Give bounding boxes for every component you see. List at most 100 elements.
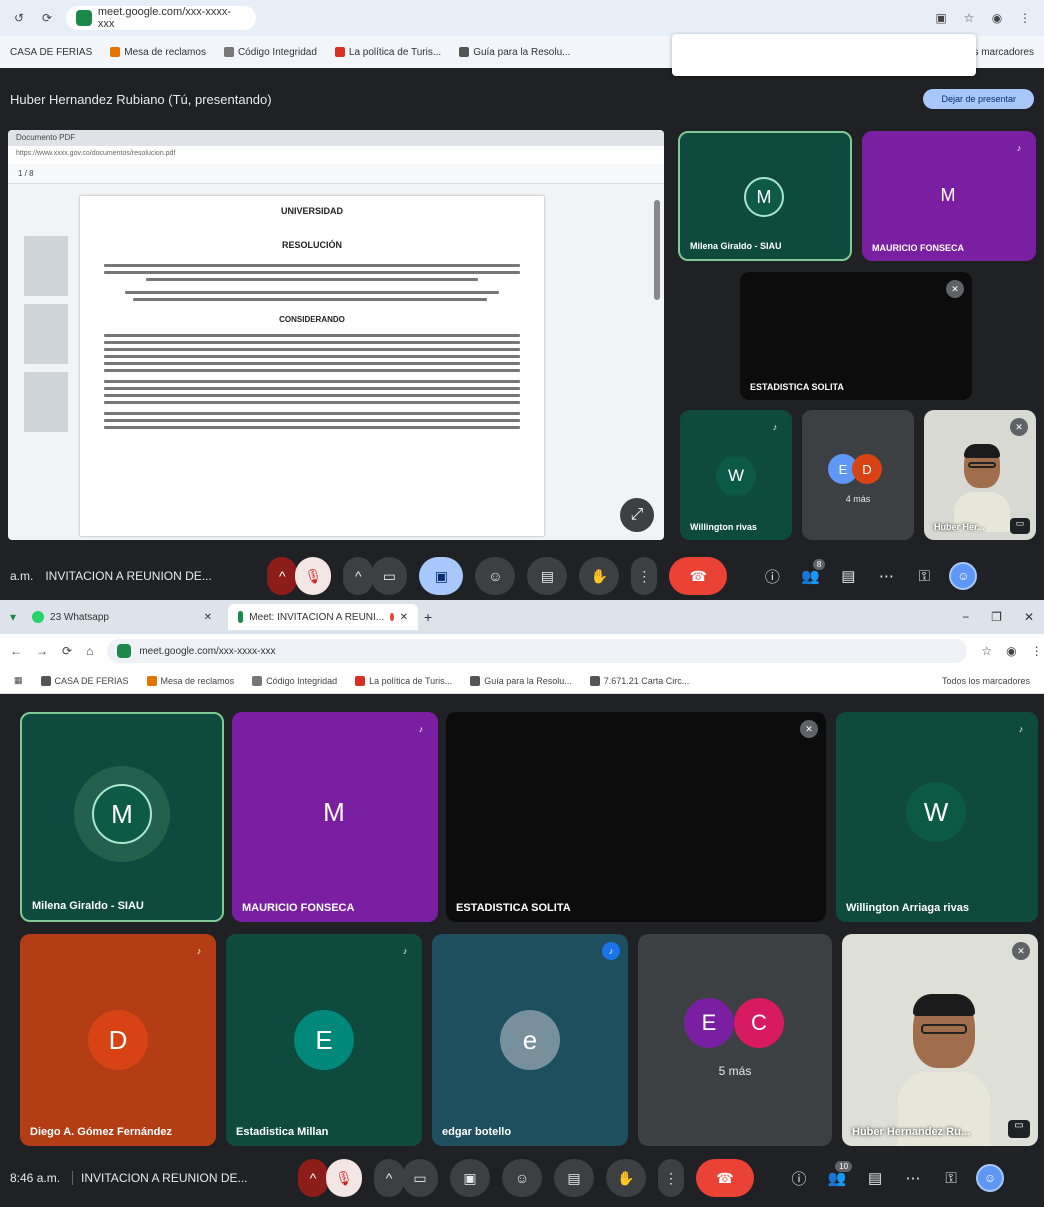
tile-edgar-botello[interactable]: ♪ e edgar botello: [432, 934, 628, 1146]
more-options-button[interactable]: ⋮: [658, 1159, 685, 1197]
leave-call-button[interactable]: ☎: [696, 1159, 755, 1197]
profile-icon[interactable]: ◉: [988, 9, 1006, 27]
raise-hand-button[interactable]: ✋: [606, 1159, 647, 1197]
captions-button[interactable]: ▤: [527, 557, 568, 595]
tile-others[interactable]: E D 4 más: [802, 410, 914, 540]
bookmark-item[interactable]: Guía para la Resolu...: [470, 675, 572, 686]
profile-icon[interactable]: ◉: [1006, 644, 1016, 658]
people-icon[interactable]: 👥 10: [824, 1161, 853, 1187]
bookmark-item[interactable]: CASA DE FERIAS: [40, 675, 129, 686]
tile-self[interactable]: ✕ Huber Her... ▭: [924, 410, 1036, 540]
menu-icon[interactable]: ⋮: [1031, 644, 1043, 658]
bookmark-item[interactable]: Mesa de reclamos: [146, 675, 234, 686]
mic-toggle-button[interactable]: 🎙: [326, 1159, 363, 1197]
tile-diego-gomez[interactable]: ♪ D Diego A. Gómez Fernández: [20, 934, 216, 1146]
bookmark-item[interactable]: Todos los marcadores: [942, 676, 1030, 686]
chat-icon[interactable]: ▤: [835, 567, 861, 585]
people-icon[interactable]: 👥 8: [797, 559, 826, 585]
tile-milena-giraldo[interactable]: M Milena Giraldo - SIAU: [20, 712, 224, 922]
minimize-icon[interactable]: −: [962, 610, 969, 624]
new-tab-icon[interactable]: +: [424, 609, 432, 625]
menu-icon[interactable]: ⋮: [1016, 9, 1034, 27]
doc-scrollbar[interactable]: [654, 200, 660, 300]
host-controls-icon[interactable]: ⚿: [938, 1170, 964, 1187]
raise-hand-button[interactable]: ✋: [579, 557, 620, 595]
address-bar[interactable]: meet.google.com/xxx-xxxx-xxx: [66, 6, 256, 30]
tile-willington-arriaga[interactable]: ♪ W Willington Arriaga rivas: [836, 712, 1038, 922]
mic-options-button[interactable]: ^: [298, 1159, 329, 1197]
doc-url[interactable]: https://www.xxxx.gov.co/documentos/resol…: [8, 146, 664, 164]
bookmark-item[interactable]: Mesa de reclamos: [110, 47, 206, 58]
tile-mauricio-fonseca[interactable]: ♪ M MAURICIO FONSECA: [862, 131, 1036, 261]
info-icon[interactable]: ⓘ: [759, 566, 785, 587]
bookmark-item[interactable]: 7.671.21 Carta Circ...: [589, 675, 689, 686]
captions-button[interactable]: ▤: [554, 1159, 595, 1197]
tile-estadistica-solita[interactable]: ✕ ESTADISTICA SOLITA: [446, 712, 826, 922]
tab-meet[interactable]: Meet: INVITACION A REUNI... ✕: [228, 604, 419, 630]
tab-search-icon[interactable]: ▾: [10, 610, 16, 624]
avatar: M: [323, 796, 345, 827]
bookmark-item[interactable]: Código Integridad: [252, 675, 337, 686]
activities-icon[interactable]: ⋯: [900, 1169, 926, 1187]
present-button[interactable]: ▣: [450, 1159, 491, 1197]
close-window-icon[interactable]: ✕: [1024, 610, 1034, 624]
emoji-button[interactable]: ☺: [502, 1159, 543, 1197]
tab-whatsapp[interactable]: 23 Whatsapp ✕: [22, 604, 222, 630]
reload-icon[interactable]: ⟳: [62, 644, 72, 658]
camera-options-button[interactable]: ^: [343, 557, 374, 595]
back-icon[interactable]: ↺: [10, 9, 28, 27]
expand-icon[interactable]: ⤢: [620, 498, 654, 532]
participant-name: Huber Hernandez Ru...: [852, 1126, 970, 1138]
participant-name: Diego A. Gómez Fernández: [30, 1126, 173, 1138]
star-icon[interactable]: ☆: [981, 644, 992, 658]
stop-presenting-button[interactable]: Dejar de presentar: [923, 89, 1034, 109]
user-avatar[interactable]: ☺: [976, 1164, 1005, 1192]
extension-icon[interactable]: ▣: [932, 9, 950, 27]
mic-active-icon: ♪: [1018, 724, 1024, 734]
chat-icon[interactable]: ▤: [862, 1169, 888, 1187]
tile-others[interactable]: E C 5 más: [638, 934, 832, 1146]
restore-icon[interactable]: ❐: [991, 610, 1002, 624]
close-tab-icon[interactable]: ✕: [204, 612, 212, 623]
tile-estadistica-millan[interactable]: ♪ E Estadistica Millan: [226, 934, 422, 1146]
camera-toggle-button[interactable]: ▭: [402, 1159, 439, 1197]
tile-self[interactable]: ✕ Huber Hernandez Ru... ▭: [842, 934, 1038, 1146]
doc-thumbnails[interactable]: [16, 196, 76, 536]
doc-page: UNIVERSIDAD RESOLUCIÓN CONSIDERANDO: [80, 196, 544, 536]
pip-icon[interactable]: ▭: [1008, 1120, 1030, 1138]
host-controls-icon[interactable]: ⚿: [911, 568, 937, 585]
mic-toggle-button[interactable]: 🎙: [295, 557, 332, 595]
close-tab-icon[interactable]: ✕: [400, 612, 408, 623]
info-icon[interactable]: ⓘ: [786, 1168, 812, 1189]
tile-estadistica-solita[interactable]: ✕ ESTADISTICA SOLITA: [740, 272, 972, 400]
tile-willington[interactable]: ♪ W Willington rivas: [680, 410, 792, 540]
address-bar[interactable]: meet.google.com/xxx-xxxx-xxx: [107, 639, 968, 663]
apps-icon[interactable]: ▦: [14, 675, 23, 686]
star-icon[interactable]: ☆: [960, 9, 978, 27]
back-icon[interactable]: ←: [10, 644, 22, 658]
camera-options-button[interactable]: ^: [374, 1159, 405, 1197]
bookmark-item[interactable]: Guía para la Resolu...: [459, 47, 570, 58]
meeting-time: 8:46 a.m.: [10, 1171, 61, 1185]
forward-icon[interactable]: →: [36, 644, 48, 658]
more-options-button[interactable]: ⋮: [631, 557, 658, 595]
tile-mauricio-fonseca[interactable]: ♪ M MAURICIO FONSECA: [232, 712, 438, 922]
emoji-button[interactable]: ☺: [475, 557, 516, 595]
present-button[interactable]: ▣: [419, 557, 464, 595]
pip-icon[interactable]: ▭: [1010, 518, 1030, 534]
bookmark-item[interactable]: CASA DE FERIAS: [10, 47, 92, 58]
participant-name: ESTADISTICA SOLITA: [456, 902, 571, 914]
user-avatar[interactable]: ☺: [949, 562, 978, 590]
tile-milena-giraldo[interactable]: M Milena Giraldo - SIAU: [678, 131, 852, 261]
home-icon[interactable]: ⌂: [86, 644, 93, 658]
reload-icon[interactable]: ⟳: [38, 9, 56, 27]
bookmark-item[interactable]: La política de Turis...: [334, 47, 441, 58]
leave-call-button[interactable]: ☎: [669, 557, 728, 595]
doc-tab[interactable]: Documento PDF: [8, 130, 664, 146]
mic-options-button[interactable]: ^: [267, 557, 298, 595]
bookmark-item[interactable]: La política de Turis...: [355, 675, 452, 686]
participant-name: ESTADISTICA SOLITA: [750, 382, 844, 392]
bookmark-item[interactable]: Código Integridad: [223, 47, 317, 58]
camera-toggle-button[interactable]: ▭: [371, 557, 408, 595]
activities-icon[interactable]: ⋯: [873, 567, 899, 585]
